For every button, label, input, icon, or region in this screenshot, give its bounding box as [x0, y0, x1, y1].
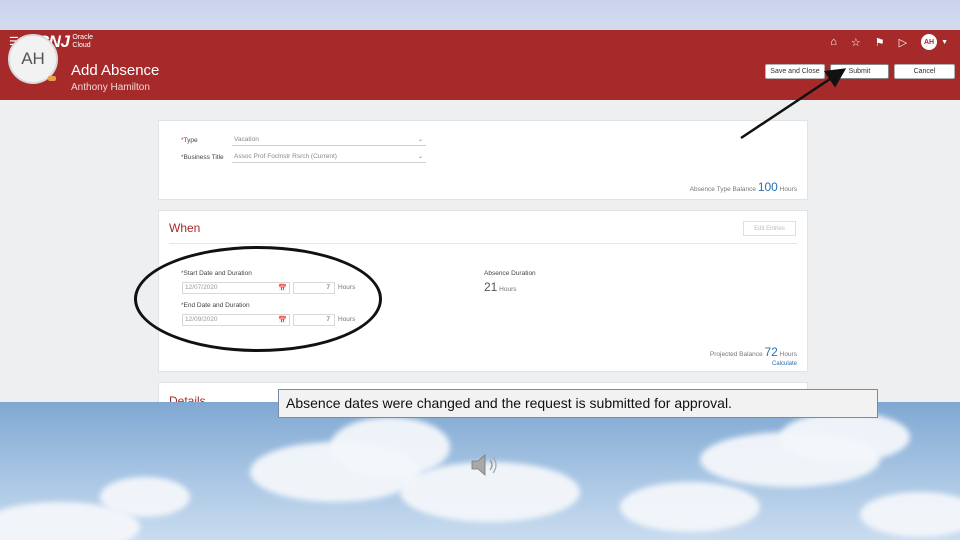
absence-duration-value: 21 Hours	[484, 280, 517, 294]
chevron-down-icon[interactable]: ▼	[941, 39, 948, 46]
caption-text-box: Absence dates were changed and the reque…	[278, 389, 878, 418]
edit-entries-button[interactable]: Edit Entries	[743, 221, 796, 236]
details-section-title: Details	[169, 394, 206, 402]
absence-duration-label: Absence Duration	[484, 270, 536, 277]
home-icon[interactable]: ⌂	[830, 36, 837, 48]
play-icon[interactable]: ▷	[899, 36, 907, 49]
speaker-icon[interactable]	[468, 450, 504, 480]
star-icon[interactable]: ☆	[851, 36, 861, 49]
highlight-ellipse-annotation	[134, 246, 382, 352]
type-select[interactable]: Vacation ⌄	[232, 134, 426, 146]
submit-button[interactable]: Submit	[830, 64, 889, 79]
oracle-cloud-logo-text: Oracle Cloud	[72, 34, 94, 49]
slide-top-strip	[0, 0, 960, 30]
global-header: ☰ TCNJ Oracle Cloud ⌂ ☆ ⚑ ▷ AH ▼	[0, 30, 960, 54]
oracle-app-window: ☰ TCNJ Oracle Cloud ⌂ ☆ ⚑ ▷ AH ▼ Add Abs…	[0, 30, 960, 402]
calculate-link[interactable]: Calculate	[772, 361, 797, 367]
cancel-button[interactable]: Cancel	[894, 64, 955, 79]
absence-type-card: *Type Vacation ⌄ *Business Title Assoc Pr…	[158, 120, 808, 200]
global-icons: ⌂ ☆ ⚑ ▷ AH ▼	[830, 30, 948, 54]
projected-balance: Projected Balance 72 Hours	[709, 345, 797, 359]
chevron-down-icon: ⌄	[417, 137, 423, 143]
employee-name: Anthony Hamilton	[71, 82, 150, 93]
page-header: Add Absence Anthony Hamilton Save and Cl…	[0, 54, 960, 100]
save-and-close-button[interactable]: Save and Close	[765, 64, 825, 79]
user-menu-avatar[interactable]: AH	[921, 34, 938, 50]
business-title-label: *Business Title	[181, 154, 224, 161]
when-section-title: When	[169, 221, 201, 235]
avatar-status-badge	[48, 76, 56, 81]
page-title: Add Absence	[71, 62, 160, 79]
absence-type-balance: Absence Type Balance 100 Hours	[689, 180, 797, 194]
type-label: *Type	[181, 137, 198, 144]
chevron-down-icon: ⌄	[417, 154, 423, 160]
business-title-select[interactable]: Assoc Prof Foclnstr Rsrch (Current) ⌄	[232, 151, 426, 163]
flag-icon[interactable]: ⚑	[875, 36, 885, 49]
section-divider	[169, 243, 797, 244]
